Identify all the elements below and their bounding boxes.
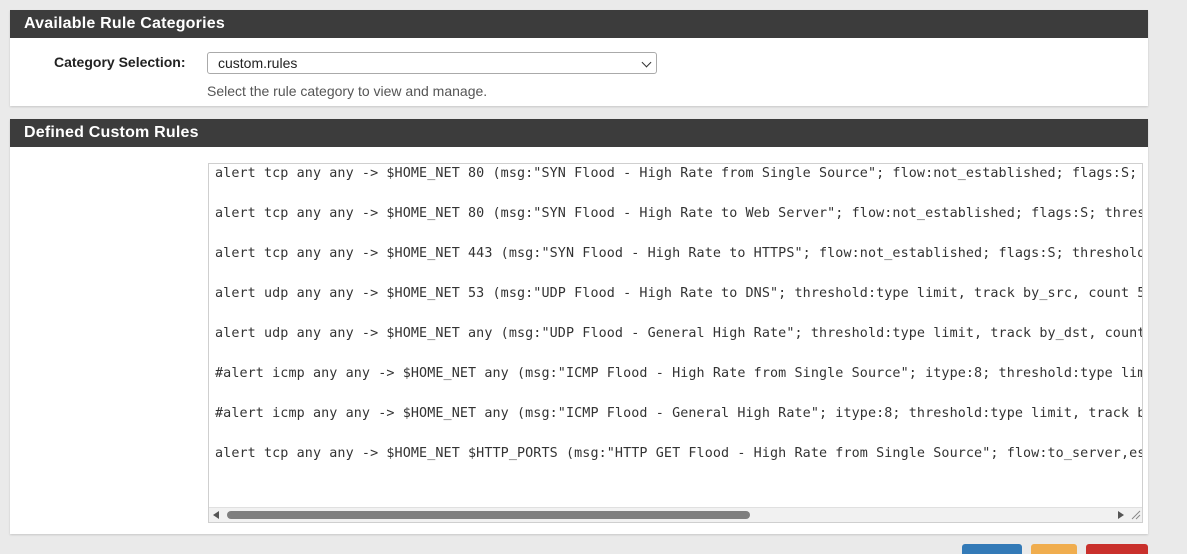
category-select[interactable]: custom.rules: [207, 52, 657, 74]
custom-rules-textarea[interactable]: alert tcp any any -> $HOME_NET 80 (msg:"…: [208, 163, 1143, 523]
rule-line: #alert icmp any any -> $HOME_NET any (ms…: [215, 366, 1142, 381]
rule-line: alert tcp any any -> $HOME_NET 443 (msg:…: [215, 246, 1142, 261]
custom-rules-panel: Defined Custom Rules alert tcp any any -…: [10, 119, 1148, 534]
rule-line: alert udp any any -> $HOME_NET 53 (msg:"…: [215, 286, 1142, 301]
save-button[interactable]: [962, 544, 1022, 554]
scroll-left-arrow-icon[interactable]: [213, 511, 219, 519]
category-help-text: Select the rule category to view and man…: [207, 83, 488, 99]
categories-panel-title: Available Rule Categories: [10, 10, 1148, 38]
horizontal-scrollbar[interactable]: [209, 507, 1142, 522]
category-selection-label: Category Selection:: [54, 54, 186, 70]
rule-line: alert udp any any -> $HOME_NET any (msg:…: [215, 326, 1143, 341]
rule-line: alert tcp any any -> $HOME_NET 80 (msg:"…: [215, 166, 1138, 181]
clear-button[interactable]: [1031, 544, 1077, 554]
resize-grip-icon[interactable]: [1130, 509, 1141, 520]
categories-panel: Available Rule Categories Category Selec…: [10, 10, 1148, 106]
reset-button[interactable]: [1086, 544, 1148, 554]
category-select-value: custom.rules: [218, 55, 298, 71]
chevron-down-icon: [641, 57, 652, 68]
rule-line: #alert icmp any any -> $HOME_NET any (ms…: [215, 406, 1142, 421]
rule-line: alert tcp any any -> $HOME_NET $HTTP_POR…: [215, 446, 1142, 461]
custom-rules-panel-title: Defined Custom Rules: [10, 119, 1148, 147]
scrollbar-thumb[interactable]: [227, 511, 750, 519]
scroll-right-arrow-icon[interactable]: [1118, 511, 1124, 519]
rule-line: alert tcp any any -> $HOME_NET 80 (msg:"…: [215, 206, 1142, 221]
